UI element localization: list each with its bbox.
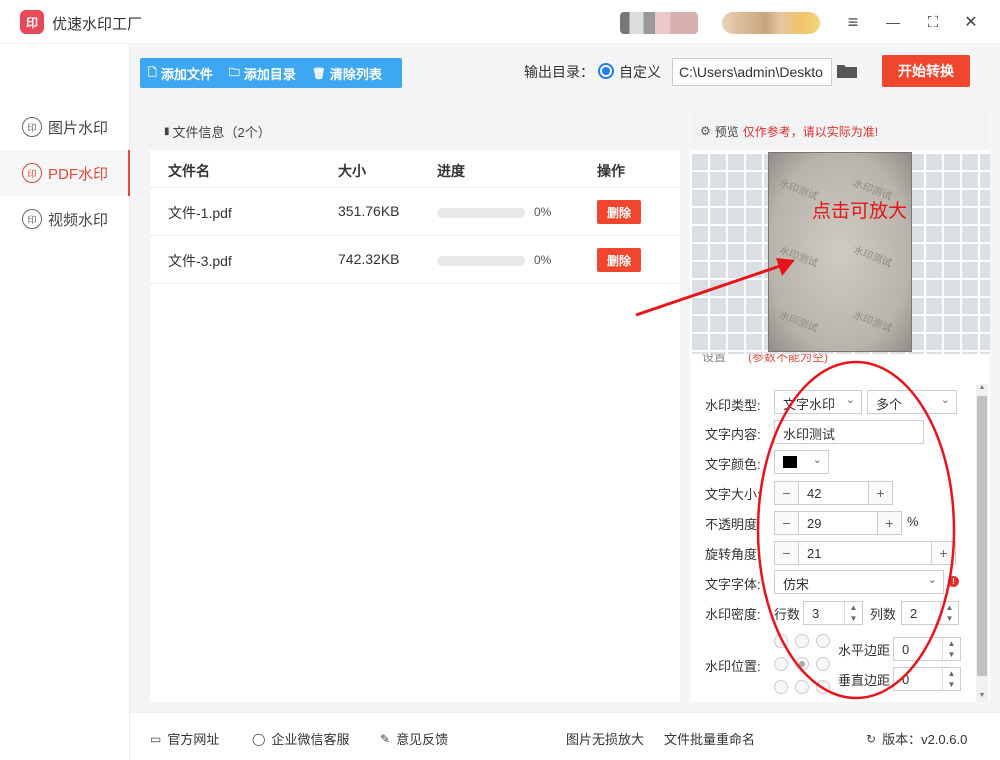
column-action: 操作 <box>597 163 625 179</box>
version-label: 版本：v2.0.6.0 <box>882 732 968 747</box>
lossless-label: 图片无损放大 <box>566 732 645 747</box>
progress-bar <box>437 256 525 266</box>
sidebar-item-image-watermark[interactable]: 印 图片水印 <box>0 104 130 150</box>
batch-rename-link[interactable]: 文件批量重命名 <box>664 729 755 748</box>
file-toolbar: 🗋 添加文件 🗀 添加目录 🗑 清除列表 <box>140 58 402 88</box>
file-name: 文件-1.pdf <box>168 205 232 221</box>
preview-title: 预览 <box>714 124 739 139</box>
sidebar-item-label: 视频水印 <box>48 211 109 229</box>
footer-bar: ▭ 官方网址 ◯ 企业微信客服 ✎ 意见反馈 图片无损放大 文件批量重命名 ↻ … <box>130 712 1000 760</box>
feedback-label: 意见反馈 <box>396 732 449 747</box>
start-convert-button[interactable]: 开始转换 <box>882 55 970 87</box>
column-size: 大小 <box>338 163 366 179</box>
wechat-label: 企业微信客服 <box>271 732 350 747</box>
website-label: 官方网址 <box>167 732 220 747</box>
stamp-icon: 印 <box>22 209 42 229</box>
version-info[interactable]: ↻ 版本：v2.0.6.0 <box>866 729 967 748</box>
file-info-header: ▮ 文件信息（2个） <box>150 112 680 150</box>
sidebar-item-label: PDF水印 <box>48 165 109 183</box>
column-progress: 进度 <box>437 163 465 179</box>
output-dir-label: 输出目录： <box>524 64 594 80</box>
preview-note: 仅作参考，请以实际为准! <box>742 124 879 139</box>
blurred-user-info <box>620 12 698 34</box>
app-logo-icon: 印 <box>20 10 44 34</box>
rename-label: 文件批量重命名 <box>664 732 756 747</box>
folder-icon: 🗀 <box>228 66 240 79</box>
sidebar-item-label: 图片水印 <box>48 119 109 137</box>
file-size: 351.76KB <box>338 203 400 219</box>
sidebar-item-video-watermark[interactable]: 印 视频水印 <box>0 196 130 242</box>
clear-list-button[interactable]: 🗑 清除列表 <box>304 64 390 83</box>
table-row[interactable]: 文件-1.pdf 351.76KB 0% 删除 <box>150 188 680 236</box>
add-folder-button[interactable]: 🗀 添加目录 <box>221 64 304 83</box>
table-header: 文件名 大小 进度 操作 <box>150 150 680 188</box>
app-title: 优速水印工厂 <box>52 16 143 33</box>
refresh-icon: ↻ <box>866 731 877 746</box>
watermark-sample: 水印测试 <box>851 310 893 335</box>
wechat-support-link[interactable]: ◯ 企业微信客服 <box>252 729 349 748</box>
website-link[interactable]: ▭ 官方网址 <box>150 729 219 748</box>
app-window: 印 优速水印工厂 ≡ — ⛶ ✕ 印 图片水印 印 PDF水印 印 视频水印 🗋… <box>0 0 1000 760</box>
minimize-icon[interactable]: — <box>880 9 906 35</box>
zoom-hint-annotation: 点击可放大 <box>812 201 908 222</box>
trash-icon: 🗑 <box>311 67 326 80</box>
gear-icon: ⚙ <box>700 124 711 138</box>
annotation-arrow <box>635 258 795 317</box>
progress-percent: 0% <box>534 205 552 219</box>
clear-list-label: 清除列表 <box>329 66 382 82</box>
folder-browse-icon[interactable] <box>836 63 858 79</box>
stamp-icon: 印 <box>22 117 42 137</box>
feedback-link[interactable]: ✎ 意见反馈 <box>380 729 448 748</box>
custom-dir-label: 自定义 <box>619 64 661 80</box>
preview-header: ⚙ 预览 仅作参考，请以实际为准! <box>690 112 990 150</box>
website-icon: ▭ <box>150 731 162 746</box>
file-size: 742.32KB <box>338 251 400 267</box>
title-bar: 印 优速水印工厂 ≡ — ⛶ ✕ <box>0 0 1000 44</box>
progress-bar <box>437 208 525 218</box>
custom-dir-radio[interactable] <box>598 63 614 79</box>
file-list-panel: ▮ 文件信息（2个） 文件名 大小 进度 操作 文件-1.pdf 351.76K… <box>150 112 680 702</box>
output-path-input[interactable]: C:\Users\admin\Deskto <box>672 58 832 86</box>
table-row[interactable]: 文件-3.pdf 742.32KB 0% 删除 <box>150 236 680 284</box>
annotation-ellipse <box>756 360 956 700</box>
delete-button[interactable]: 删除 <box>597 200 641 224</box>
watermark-sample: 水印测试 <box>851 245 893 270</box>
lossless-upscale-link[interactable]: 图片无损放大 <box>566 729 644 748</box>
add-file-label: 添加文件 <box>160 66 213 82</box>
add-file-button[interactable]: 🗋 添加文件 <box>140 64 221 83</box>
menu-icon[interactable]: ≡ <box>840 9 866 35</box>
sidebar-item-pdf-watermark[interactable]: 印 PDF水印 <box>0 150 130 196</box>
column-name: 文件名 <box>168 163 210 179</box>
progress-percent: 0% <box>534 253 552 267</box>
file-name: 文件-3.pdf <box>168 253 232 269</box>
sidebar: 印 图片水印 印 PDF水印 印 视频水印 <box>0 44 130 760</box>
settings-title: 设置 <box>702 354 727 364</box>
feedback-icon: ✎ <box>380 731 391 746</box>
close-icon[interactable]: ✕ <box>958 9 984 35</box>
stamp-icon: 印 <box>22 163 42 183</box>
add-folder-label: 添加目录 <box>243 66 296 82</box>
chat-icon: ◯ <box>252 731 266 746</box>
maximize-icon[interactable]: ⛶ <box>920 9 946 35</box>
file-info-title: 文件信息（2个） <box>172 124 271 140</box>
blurred-account-badge <box>722 12 820 34</box>
document-icon: ▮ <box>164 125 170 137</box>
file-icon: 🗋 <box>148 66 157 79</box>
